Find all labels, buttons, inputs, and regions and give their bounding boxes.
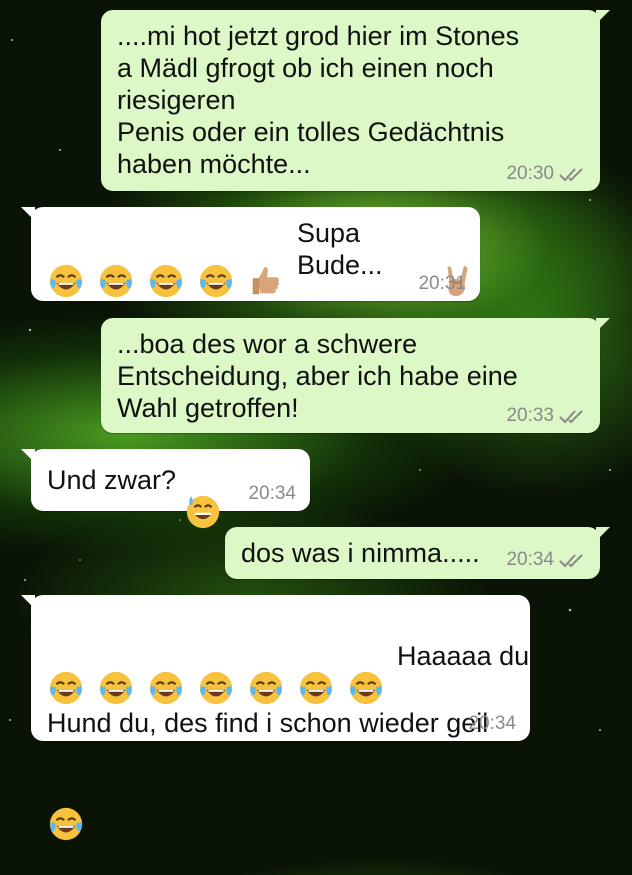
message-text: Supa Bude...: [297, 218, 383, 280]
message-bubble-outgoing[interactable]: dos was i nimma..... 20:34: [225, 527, 610, 579]
bubble-tail: [21, 207, 35, 221]
message-bubble-outgoing[interactable]: ....mi hot jetzt grod hier im Stones a M…: [101, 10, 610, 191]
double-check-icon: [559, 410, 583, 424]
message-bubble-incoming[interactable]: Supa Bude... 20:31: [21, 207, 480, 301]
message-time: 20:30: [506, 163, 554, 184]
message-text: dos was i nimma.....: [241, 538, 480, 568]
message-meta: 20:33: [506, 405, 586, 427]
message-content: Und zwar?: [47, 461, 226, 529]
face-with-tears-of-joy-icon: [297, 637, 335, 705]
face-with-tears-of-joy-icon: [47, 230, 85, 298]
message-time: 20:34: [248, 483, 296, 504]
bubble-tail: [21, 595, 35, 609]
message-time: 20:33: [506, 405, 554, 426]
message-time: 20:34: [506, 549, 554, 570]
bubble-tail: [596, 527, 610, 541]
bubble-tail: [596, 318, 610, 332]
message-text-line2: Hund du, des find i schon wieder geil: [47, 708, 489, 738]
face-with-tears-of-joy-icon: [247, 637, 285, 705]
message-content: Supa Bude...: [47, 217, 480, 298]
double-check-icon: [559, 554, 583, 568]
message-text: Haaaaa du: [397, 641, 530, 671]
message-bubble-incoming[interactable]: Haaaaa du Hund du, des find i schon wied…: [21, 595, 530, 841]
thumbs-up-icon: [247, 230, 285, 295]
message-bubble-outgoing[interactable]: ...boa des wor a schwere Entscheidung, a…: [101, 318, 610, 433]
face-with-tears-of-joy-icon: [197, 230, 235, 298]
message-bubble-incoming[interactable]: Und zwar? 20:34: [21, 449, 310, 529]
face-with-tears-of-joy-icon: [47, 773, 85, 841]
message-meta: 20:31: [418, 273, 466, 295]
face-with-tears-of-joy-icon: [47, 637, 85, 705]
message-content: Haaaaa du Hund du, des find i schon wied…: [47, 605, 529, 843]
message-meta: 20:30: [506, 163, 586, 185]
face-with-tears-of-joy-icon: [347, 637, 385, 705]
bubble-tail: [21, 449, 35, 463]
message-meta: 20:34: [248, 483, 296, 505]
message-meta: 20:34: [506, 549, 586, 571]
message-text: ....mi hot jetzt grod hier im Stones a M…: [117, 21, 520, 179]
message-time: 20:34: [468, 713, 516, 734]
sign-of-the-horns-icon: [438, 230, 476, 297]
face-with-tears-of-joy-icon: [97, 637, 135, 705]
face-with-tears-of-joy-icon: [97, 230, 135, 298]
message-meta: 20:34: [468, 713, 516, 735]
face-with-tears-of-joy-icon: [197, 637, 235, 705]
double-check-icon: [559, 168, 583, 182]
face-with-tears-of-joy-icon: [147, 637, 185, 705]
message-time: 20:31: [418, 273, 466, 294]
face-with-tears-of-joy-icon: [147, 230, 185, 298]
grinning-face-with-sweat-icon: [184, 461, 222, 529]
message-text: Und zwar?: [47, 465, 177, 495]
bubble-tail: [596, 10, 610, 24]
message-text: ...boa des wor a schwere Entscheidung, a…: [117, 329, 518, 423]
